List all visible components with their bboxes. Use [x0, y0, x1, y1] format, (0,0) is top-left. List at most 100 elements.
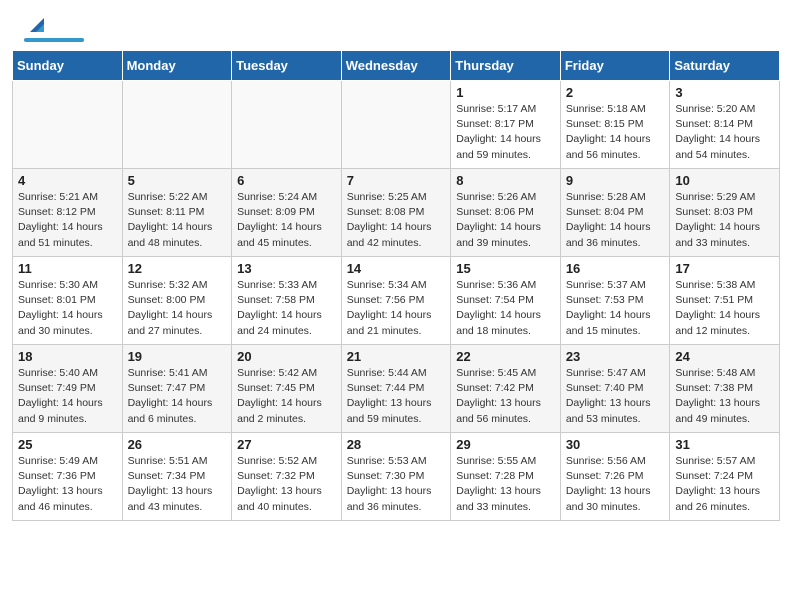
calendar-cell: 10Sunrise: 5:29 AM Sunset: 8:03 PM Dayli… [670, 169, 780, 257]
day-info: Sunrise: 5:55 AM Sunset: 7:28 PM Dayligh… [456, 454, 555, 515]
day-info: Sunrise: 5:36 AM Sunset: 7:54 PM Dayligh… [456, 278, 555, 339]
weekday-header-saturday: Saturday [670, 51, 780, 81]
day-number: 11 [18, 261, 117, 276]
day-number: 12 [128, 261, 227, 276]
day-info: Sunrise: 5:22 AM Sunset: 8:11 PM Dayligh… [128, 190, 227, 251]
day-number: 26 [128, 437, 227, 452]
day-number: 5 [128, 173, 227, 188]
calendar-cell [232, 81, 342, 169]
week-row-1: 1Sunrise: 5:17 AM Sunset: 8:17 PM Daylig… [13, 81, 780, 169]
day-number: 17 [675, 261, 774, 276]
day-number: 4 [18, 173, 117, 188]
day-number: 27 [237, 437, 336, 452]
day-info: Sunrise: 5:21 AM Sunset: 8:12 PM Dayligh… [18, 190, 117, 251]
calendar-cell: 3Sunrise: 5:20 AM Sunset: 8:14 PM Daylig… [670, 81, 780, 169]
logo-underline [24, 38, 84, 42]
weekday-header-thursday: Thursday [451, 51, 561, 81]
calendar-cell: 9 Sunrise: 5:28 AM Sunset: 8:04 PM Daylig… [560, 169, 670, 257]
weekday-header-monday: Monday [122, 51, 232, 81]
day-number: 18 [18, 349, 117, 364]
day-info: Sunrise: 5:32 AM Sunset: 8:00 PM Dayligh… [128, 278, 227, 339]
day-number: 31 [675, 437, 774, 452]
calendar-cell: 29Sunrise: 5:55 AM Sunset: 7:28 PM Dayli… [451, 433, 561, 521]
calendar-cell [13, 81, 123, 169]
calendar-cell: 14 Sunrise: 5:34 AM Sunset: 7:56 PM Dayli… [341, 257, 451, 345]
calendar-cell: 30Sunrise: 5:56 AM Sunset: 7:26 PM Dayli… [560, 433, 670, 521]
day-number: 19 [128, 349, 227, 364]
day-number: 16 [566, 261, 665, 276]
day-info: Sunrise: 5:53 AM Sunset: 7:30 PM Dayligh… [347, 454, 446, 515]
day-number: 9 [566, 173, 665, 188]
calendar-cell: 12 Sunrise: 5:32 AM Sunset: 8:00 PM Dayli… [122, 257, 232, 345]
day-number: 10 [675, 173, 774, 188]
week-row-3: 11Sunrise: 5:30 AM Sunset: 8:01 PM Dayli… [13, 257, 780, 345]
day-info: Sunrise: 5:45 AM Sunset: 7:42 PM Dayligh… [456, 366, 555, 427]
logo-icon [26, 14, 48, 36]
weekday-header-friday: Friday [560, 51, 670, 81]
calendar-cell: 13 Sunrise: 5:33 AM Sunset: 7:58 PM Dayli… [232, 257, 342, 345]
page-header [0, 0, 792, 50]
day-number: 20 [237, 349, 336, 364]
weekday-header-sunday: Sunday [13, 51, 123, 81]
day-info: Sunrise: 5:37 AM Sunset: 7:53 PM Dayligh… [566, 278, 665, 339]
day-number: 24 [675, 349, 774, 364]
day-info: Sunrise: 5:48 AM Sunset: 7:38 PM Dayligh… [675, 366, 774, 427]
calendar-cell [341, 81, 451, 169]
day-info: Sunrise: 5:33 AM Sunset: 7:58 PM Dayligh… [237, 278, 336, 339]
day-info: Sunrise: 5:24 AM Sunset: 8:09 PM Dayligh… [237, 190, 336, 251]
calendar-cell: 19 Sunrise: 5:41 AM Sunset: 7:47 PM Dayli… [122, 345, 232, 433]
day-info: Sunrise: 5:25 AM Sunset: 8:08 PM Dayligh… [347, 190, 446, 251]
day-number: 22 [456, 349, 555, 364]
day-number: 13 [237, 261, 336, 276]
weekday-header-row: SundayMondayTuesdayWednesdayThursdayFrid… [13, 51, 780, 81]
calendar-cell: 5 Sunrise: 5:22 AM Sunset: 8:11 PM Daylig… [122, 169, 232, 257]
day-info: Sunrise: 5:52 AM Sunset: 7:32 PM Dayligh… [237, 454, 336, 515]
day-info: Sunrise: 5:34 AM Sunset: 7:56 PM Dayligh… [347, 278, 446, 339]
calendar-cell: 4 Sunrise: 5:21 AM Sunset: 8:12 PM Daylig… [13, 169, 123, 257]
day-info: Sunrise: 5:51 AM Sunset: 7:34 PM Dayligh… [128, 454, 227, 515]
day-number: 28 [347, 437, 446, 452]
day-number: 25 [18, 437, 117, 452]
day-number: 7 [347, 173, 446, 188]
day-info: Sunrise: 5:44 AM Sunset: 7:44 PM Dayligh… [347, 366, 446, 427]
calendar-cell: 22 Sunrise: 5:45 AM Sunset: 7:42 PM Dayli… [451, 345, 561, 433]
day-number: 21 [347, 349, 446, 364]
calendar-cell: 26 Sunrise: 5:51 AM Sunset: 7:34 PM Dayli… [122, 433, 232, 521]
day-info: Sunrise: 5:56 AM Sunset: 7:26 PM Dayligh… [566, 454, 665, 515]
day-number: 14 [347, 261, 446, 276]
week-row-2: 4 Sunrise: 5:21 AM Sunset: 8:12 PM Daylig… [13, 169, 780, 257]
day-number: 6 [237, 173, 336, 188]
calendar-cell: 16 Sunrise: 5:37 AM Sunset: 7:53 PM Dayli… [560, 257, 670, 345]
calendar-cell: 28 Sunrise: 5:53 AM Sunset: 7:30 PM Dayli… [341, 433, 451, 521]
day-info: Sunrise: 5:26 AM Sunset: 8:06 PM Dayligh… [456, 190, 555, 251]
day-info: Sunrise: 5:49 AM Sunset: 7:36 PM Dayligh… [18, 454, 117, 515]
calendar-cell: 31 Sunrise: 5:57 AM Sunset: 7:24 PM Dayli… [670, 433, 780, 521]
calendar-cell: 24 Sunrise: 5:48 AM Sunset: 7:38 PM Dayli… [670, 345, 780, 433]
day-info: Sunrise: 5:38 AM Sunset: 7:51 PM Dayligh… [675, 278, 774, 339]
calendar-cell: 8Sunrise: 5:26 AM Sunset: 8:06 PM Daylig… [451, 169, 561, 257]
logo [24, 18, 84, 42]
day-number: 23 [566, 349, 665, 364]
calendar-cell: 6 Sunrise: 5:24 AM Sunset: 8:09 PM Daylig… [232, 169, 342, 257]
day-info: Sunrise: 5:57 AM Sunset: 7:24 PM Dayligh… [675, 454, 774, 515]
day-info: Sunrise: 5:41 AM Sunset: 7:47 PM Dayligh… [128, 366, 227, 427]
day-info: Sunrise: 5:40 AM Sunset: 7:49 PM Dayligh… [18, 366, 117, 427]
calendar-cell [122, 81, 232, 169]
calendar-cell: 11Sunrise: 5:30 AM Sunset: 8:01 PM Dayli… [13, 257, 123, 345]
day-info: Sunrise: 5:28 AM Sunset: 8:04 PM Dayligh… [566, 190, 665, 251]
calendar-cell: 21 Sunrise: 5:44 AM Sunset: 7:44 PM Dayli… [341, 345, 451, 433]
calendar-cell: 17 Sunrise: 5:38 AM Sunset: 7:51 PM Dayli… [670, 257, 780, 345]
calendar-cell: 27 Sunrise: 5:52 AM Sunset: 7:32 PM Dayli… [232, 433, 342, 521]
calendar-wrapper: SundayMondayTuesdayWednesdayThursdayFrid… [0, 50, 792, 533]
calendar-cell: 7 Sunrise: 5:25 AM Sunset: 8:08 PM Daylig… [341, 169, 451, 257]
calendar-cell: 18 Sunrise: 5:40 AM Sunset: 7:49 PM Dayli… [13, 345, 123, 433]
day-number: 3 [675, 85, 774, 100]
calendar-cell: 23Sunrise: 5:47 AM Sunset: 7:40 PM Dayli… [560, 345, 670, 433]
day-info: Sunrise: 5:17 AM Sunset: 8:17 PM Dayligh… [456, 102, 555, 163]
calendar-cell: 2Sunrise: 5:18 AM Sunset: 8:15 PM Daylig… [560, 81, 670, 169]
weekday-header-tuesday: Tuesday [232, 51, 342, 81]
week-row-5: 25 Sunrise: 5:49 AM Sunset: 7:36 PM Dayli… [13, 433, 780, 521]
calendar-table: SundayMondayTuesdayWednesdayThursdayFrid… [12, 50, 780, 521]
calendar-cell: 15Sunrise: 5:36 AM Sunset: 7:54 PM Dayli… [451, 257, 561, 345]
weekday-header-wednesday: Wednesday [341, 51, 451, 81]
